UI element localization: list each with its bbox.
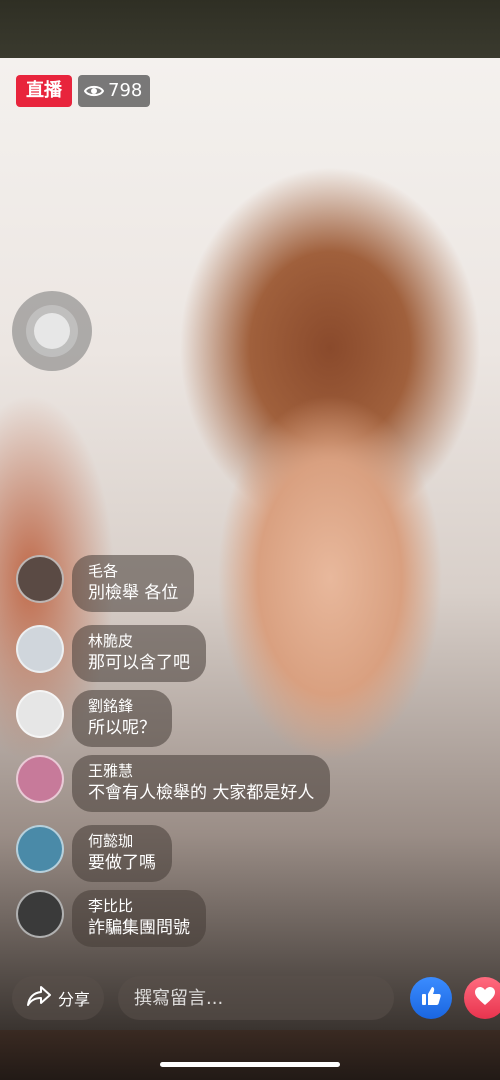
comment-author[interactable]: 劉銘鋒 — [88, 696, 156, 716]
comment-item: 王雅慧 不會有人檢舉的 大家都是好人 — [16, 755, 331, 812]
thumbs-up-icon — [420, 985, 442, 1011]
comment-author[interactable]: 何懿珈 — [88, 831, 156, 851]
live-badge: 直播 — [16, 75, 72, 107]
viewer-count: 798 — [108, 80, 143, 101]
bottom-bar — [0, 1030, 500, 1080]
love-reaction-button[interactable] — [464, 977, 500, 1019]
avatar[interactable] — [16, 555, 64, 603]
comment-item: 毛各 別檢舉 各位 — [16, 555, 195, 612]
comment-text: 那可以含了吧 — [88, 653, 190, 673]
home-indicator[interactable] — [160, 1062, 340, 1067]
comment-item: 李比比 詐騙集團問號 — [16, 890, 206, 947]
comment-bubble: 王雅慧 不會有人檢舉的 大家都是好人 — [72, 755, 331, 812]
live-video[interactable] — [0, 58, 500, 1030]
avatar[interactable] — [16, 625, 64, 673]
comment-author[interactable]: 林脆皮 — [88, 631, 190, 651]
comment-text: 不會有人檢舉的 大家都是好人 — [88, 783, 315, 803]
avatar[interactable] — [16, 825, 64, 873]
comment-bubble: 毛各 別檢舉 各位 — [72, 555, 195, 612]
comment-text: 要做了嗎 — [88, 853, 156, 873]
share-button[interactable]: 分享 — [12, 976, 104, 1020]
top-bar — [0, 0, 500, 58]
heart-icon — [474, 986, 496, 1010]
share-label: 分享 — [57, 990, 90, 1009]
avatar[interactable] — [16, 890, 64, 938]
comment-item: 劉銘鋒 所以呢？ — [16, 690, 172, 747]
comment-bubble: 劉銘鋒 所以呢？ — [72, 690, 172, 747]
eye-icon — [84, 84, 104, 98]
comment-author[interactable]: 王雅慧 — [88, 761, 314, 781]
comment-author[interactable]: 毛各 — [88, 561, 178, 581]
comment-text: 別檢舉 各位 — [88, 583, 179, 603]
comment-input[interactable] — [118, 976, 394, 1020]
like-reaction-button[interactable] — [410, 977, 452, 1019]
comment-bubble: 李比比 詐騙集團問號 — [72, 890, 206, 947]
comment-text: 所以呢？ — [88, 718, 156, 738]
comment-author[interactable]: 李比比 — [88, 896, 190, 916]
comment-bubble: 何懿珈 要做了嗎 — [72, 825, 172, 882]
viewer-count-badge: 798 — [78, 75, 151, 107]
comment-item: 何懿珈 要做了嗎 — [16, 825, 172, 882]
avatar[interactable] — [16, 690, 64, 738]
share-icon — [26, 985, 52, 1011]
assistive-touch-core — [34, 313, 70, 349]
comment-text: 詐騙集團問號 — [88, 918, 190, 938]
assistive-touch-button[interactable] — [12, 291, 92, 371]
comment-bubble: 林脆皮 那可以含了吧 — [72, 625, 206, 682]
comment-item: 林脆皮 那可以含了吧 — [16, 625, 206, 682]
avatar[interactable] — [16, 755, 64, 803]
